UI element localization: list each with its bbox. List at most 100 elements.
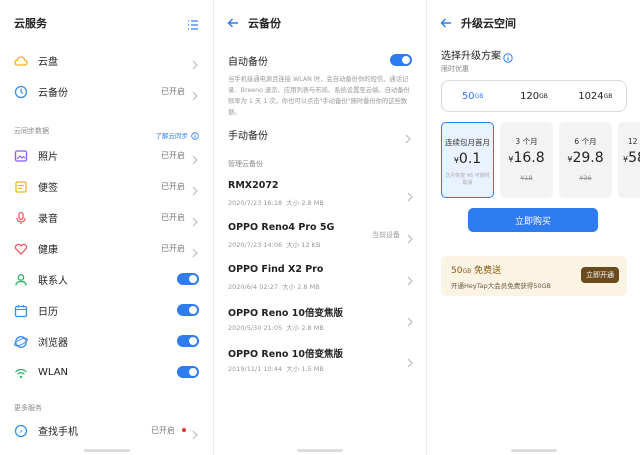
plan-card-3-months[interactable]: 3 个月 ¥16.8 ¥18 [500, 122, 553, 198]
capacity-option-1024gb[interactable]: 1024 GB [565, 81, 626, 111]
recorder-icon [14, 210, 28, 224]
row-cloud-disk[interactable]: 云盘 [0, 46, 213, 74]
calendar-toggle[interactable] [177, 304, 199, 316]
backup-device-item[interactable]: RMX2072 2020/7/23 16:18 大小 2.8 MB [228, 176, 426, 216]
buy-now-button[interactable]: 立即购买 [468, 208, 598, 232]
list-menu-icon[interactable] [187, 16, 199, 35]
capacity-value: 50 [461, 90, 475, 102]
cloud-icon [14, 53, 28, 67]
device-meta: 2020/7/23 16:18 大小 2.8 MB [228, 197, 324, 207]
row-calendar: 日历 [0, 296, 213, 324]
row-health[interactable]: 健康 已开启 [0, 234, 213, 262]
row-photos[interactable]: 照片 已开启 [0, 141, 213, 169]
row-label: 联系人 [38, 275, 68, 287]
home-indicator [83, 449, 130, 452]
plan-price: ¥16.8 [500, 150, 553, 166]
row-label: 浏览器 [38, 337, 68, 349]
backup-size: 大小 1.5 MB [286, 365, 324, 373]
capacity-option-50gb[interactable]: 50 GB [442, 81, 503, 111]
backup-device-item[interactable]: OPPO Reno4 Pro 5G 2020/7/23 14:06 大小 12 … [228, 218, 426, 258]
cloud-service-panel: 云服务 云盘 云备份 已开启 云同步数据 了解云同步 照片 已开启 便签 已开启… [0, 0, 213, 455]
capacity-unit: GB [539, 92, 548, 100]
plan-note: 次月恢复 ¥6 可随时取消 [445, 173, 490, 186]
row-recorder[interactable]: 录音 已开启 [0, 203, 213, 231]
browser-toggle[interactable] [177, 335, 199, 347]
row-cloud-backup[interactable]: 云备份 已开启 [0, 77, 213, 105]
plan-price: ¥29.8 [559, 150, 612, 166]
wlan-toggle[interactable] [177, 366, 199, 378]
original-price: ¥36 [579, 174, 592, 182]
chevron-right-icon [406, 271, 414, 286]
backup-device-item[interactable]: OPPO Reno 10倍变焦版 2019/11/1 10:44 大小 1.5 … [228, 342, 426, 382]
plan-subtitle: 选择升级方案 [441, 51, 501, 62]
limited-offer-label: 限时优惠 [441, 65, 469, 73]
plan-name: 3 个月 [515, 137, 538, 146]
status-text: 已开启 [161, 212, 185, 222]
home-indicator [510, 449, 557, 452]
open-membership-button[interactable]: 立即开通 [581, 267, 619, 283]
plan-card-12-months[interactable]: 12 个 ¥58 [618, 122, 640, 198]
page-title: 升级云空间 [461, 17, 516, 30]
row-find-phone[interactable]: 查找手机 已开启 [0, 416, 213, 444]
backup-device-item[interactable]: OPPO Find X2 Pro 2020/6/4 02:27 大小 2.8 M… [228, 260, 426, 300]
plan-name: 12 个 [628, 137, 640, 146]
cloud-backup-panel: 云备份 自动备份 当手机接通电源且连接 WLAN 时，会自动备份你的短信、通话记… [214, 0, 426, 455]
chevron-right-icon [191, 425, 199, 440]
membership-promo: 50GB 免费送 开通HeyTap大会员免费获得50GB 立即开通 [441, 256, 627, 296]
header: 升级云空间 [427, 12, 640, 34]
plan-name: 连续包月首月 [445, 138, 490, 147]
price-value: 58 [628, 150, 640, 166]
capacity-unit: GB [603, 92, 613, 100]
calendar-icon [14, 303, 28, 318]
plan-price: ¥58 [618, 150, 640, 166]
info-icon[interactable] [503, 48, 513, 67]
chevron-right-icon [191, 55, 199, 70]
row-auto-backup: 自动备份 [214, 46, 426, 74]
plan-name: 6 个月 [574, 137, 597, 146]
capacity-value: 120 [520, 90, 540, 102]
backup-time: 2020/7/23 16:18 [228, 199, 283, 207]
row-wlan: WLAN [0, 358, 213, 386]
device-name: OPPO Reno 10倍变焦版 [228, 349, 343, 360]
original-price: ¥18 [520, 174, 533, 182]
row-label: 手动备份 [228, 130, 268, 142]
back-arrow-icon[interactable] [439, 16, 453, 30]
contacts-toggle[interactable] [177, 273, 199, 285]
chevron-right-icon [406, 229, 414, 244]
plan-card-6-months[interactable]: 6 个月 ¥29.8 ¥36 [559, 122, 612, 198]
capacity-selector: 50 GB 120 GB 1024 GB [441, 80, 627, 112]
current-device-label: 当前设备 [372, 231, 400, 239]
row-label: 云盘 [38, 56, 58, 68]
back-arrow-icon[interactable] [226, 16, 240, 30]
chevron-right-icon [406, 312, 414, 327]
price-value: 29.8 [572, 150, 604, 166]
row-label: 健康 [38, 244, 58, 256]
device-name: OPPO Reno 10倍变焦版 [228, 308, 343, 319]
backup-size: 大小 2.8 MB [286, 199, 324, 207]
promo-title: 50GB 免费送 [451, 263, 501, 276]
row-notes[interactable]: 便签 已开启 [0, 172, 213, 200]
contacts-icon [14, 272, 28, 286]
chevron-right-icon [406, 353, 414, 368]
row-manual-backup[interactable]: 手动备份 [214, 120, 426, 148]
backup-time: 2020/5/30 21:05 [228, 324, 283, 332]
row-label: 自动备份 [228, 56, 268, 68]
plan-card-monthly[interactable]: 连续包月首月 ¥0.1 次月恢复 ¥6 可随时取消 [441, 122, 494, 198]
photo-icon [14, 148, 28, 162]
chevron-right-icon [191, 243, 199, 258]
section-heading-sync: 云同步数据 [14, 127, 49, 135]
health-icon [14, 241, 28, 255]
backup-time: 2020/7/23 14:06 [228, 241, 283, 249]
backup-device-item[interactable]: OPPO Reno 10倍变焦版 2020/5/30 21:05 大小 2.8 … [228, 301, 426, 341]
auto-backup-toggle[interactable] [390, 54, 412, 66]
backup-size: 大小 2.8 MB [286, 324, 324, 332]
wifi-icon [14, 365, 28, 379]
price-value: 0.1 [458, 151, 482, 167]
capacity-option-120gb[interactable]: 120 GB [503, 81, 564, 111]
browser-icon [14, 334, 28, 348]
screenshot-collage: 云服务 云盘 云备份 已开启 云同步数据 了解云同步 照片 已开启 便签 已开启… [0, 0, 640, 455]
notification-dot [182, 428, 186, 432]
header: 云备份 [214, 12, 426, 34]
promo-amount: 50 [451, 266, 463, 276]
link-text: 了解云同步 [155, 131, 189, 140]
